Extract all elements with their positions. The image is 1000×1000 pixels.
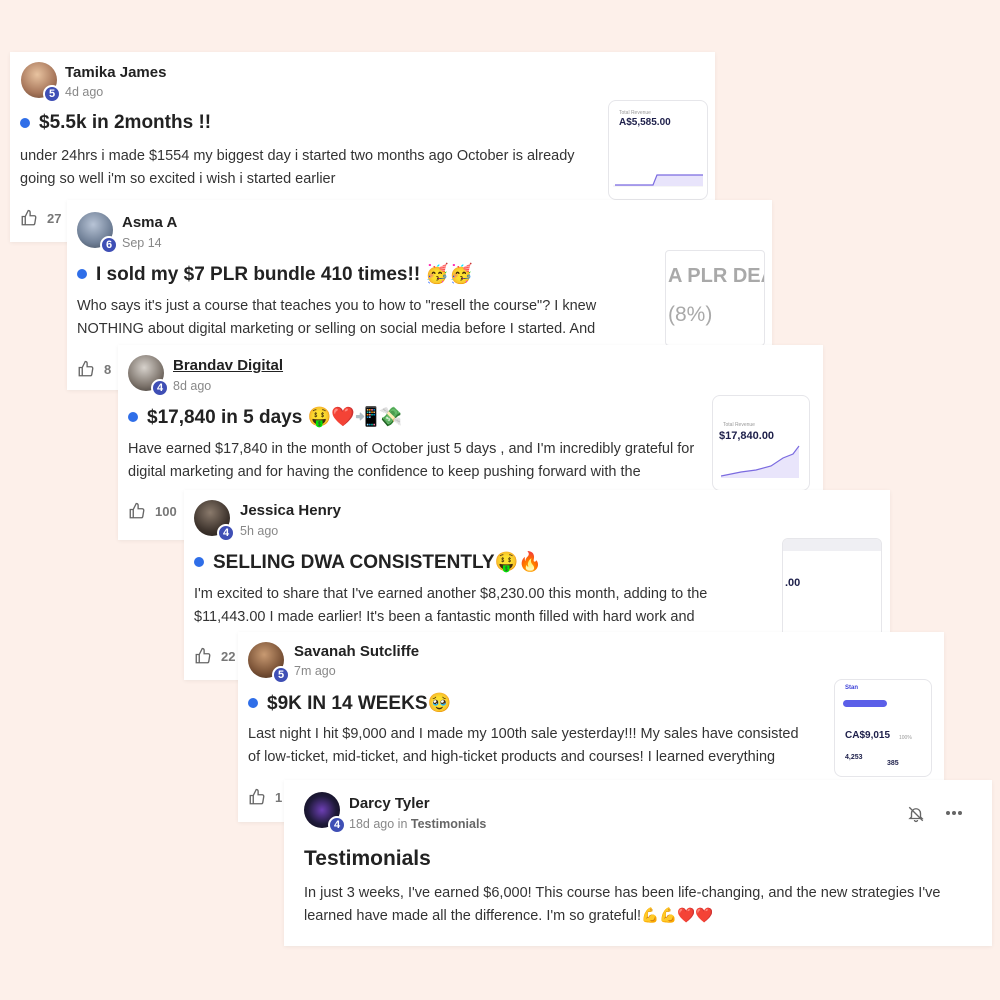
- thumbs-up-icon: [21, 209, 37, 226]
- level-badge: 4: [217, 524, 235, 542]
- like-count: 27: [47, 210, 62, 226]
- unread-dot: [20, 118, 30, 128]
- like-count: 100: [155, 503, 177, 519]
- post-title[interactable]: Testimonials: [304, 847, 431, 871]
- post-time: Sep 14: [122, 236, 162, 250]
- unread-dot: [77, 269, 87, 279]
- author-name[interactable]: Brandav Digital: [173, 357, 283, 374]
- thumbs-up-icon: [249, 788, 265, 805]
- post-meta: 18d ago in Testimonials: [349, 817, 486, 831]
- post-image[interactable]: .00: [782, 538, 882, 638]
- category-link[interactable]: Testimonials: [411, 817, 486, 831]
- thumbs-up-icon: [195, 647, 211, 664]
- level-badge: 4: [151, 379, 169, 397]
- post-title[interactable]: $5.5k in 2months !!: [20, 112, 211, 134]
- author-name[interactable]: Darcy Tyler: [349, 795, 430, 812]
- post-time: 4d ago: [65, 85, 104, 99]
- post-title[interactable]: SELLING DWA CONSISTENTLY🤑🔥: [194, 550, 542, 574]
- post-title-text: $17,840 in 5 days 🤑❤️📲💸: [147, 407, 403, 428]
- unread-dot: [128, 412, 138, 422]
- post-body: Last night I hit $9,000 and I made my 10…: [248, 726, 799, 765]
- post-title-text: SELLING DWA CONSISTENTLY🤑🔥: [213, 552, 542, 573]
- like-button[interactable]: 8: [77, 360, 111, 378]
- unread-dot: [194, 557, 204, 567]
- in-word: in: [397, 817, 408, 831]
- level-badge: 4: [328, 816, 346, 834]
- revenue-line-chart: [721, 445, 800, 478]
- author-name[interactable]: Tamika James: [65, 64, 166, 81]
- author-name[interactable]: Asma A: [122, 214, 177, 231]
- post-title-text: $9K IN 14 WEEKS🥹: [267, 693, 452, 714]
- thumb-brand: Stan: [845, 685, 859, 691]
- post-title[interactable]: I sold my $7 PLR bundle 410 times!! 🥳🥳: [77, 262, 473, 286]
- thumb-value: $17,840.00: [719, 430, 775, 442]
- post-time: 18d ago: [349, 817, 395, 831]
- bell-icon[interactable]: [907, 804, 925, 824]
- thumb-label: Total Revenue: [619, 110, 651, 116]
- post-body: In just 3 weeks, I've earned $6,000! Thi…: [304, 885, 941, 924]
- revenue-line-chart: [613, 174, 703, 187]
- author-name[interactable]: Jessica Henry: [240, 502, 341, 519]
- post-body: Who says it's just a course that teaches…: [77, 298, 597, 337]
- post-title[interactable]: $17,840 in 5 days 🤑❤️📲💸: [128, 405, 402, 429]
- like-count: 8: [104, 361, 112, 377]
- post-card[interactable]: 4 Darcy Tyler 18d ago in Testimonials Te…: [284, 780, 992, 946]
- post-title-text: I sold my $7 PLR bundle 410 times!! 🥳🥳: [96, 264, 473, 285]
- thumbs-up-icon: [78, 360, 94, 377]
- thumb-percent: (8%): [668, 303, 713, 326]
- thumb-heading: A PLR DEA: [668, 265, 765, 287]
- thumb-pct: 100%: [899, 735, 912, 741]
- level-badge: 5: [43, 85, 61, 103]
- post-body: Have earned $17,840 in the month of Octo…: [128, 441, 695, 480]
- post-time: 8d ago: [173, 379, 212, 393]
- post-title[interactable]: $9K IN 14 WEEKS🥹: [248, 691, 451, 715]
- level-badge: 5: [272, 666, 290, 684]
- thumb-stat-1: 4,253: [845, 754, 863, 761]
- like-count: 22: [221, 648, 236, 664]
- like-button[interactable]: 27: [20, 209, 61, 227]
- thumb-value: A$5,585.00: [619, 117, 671, 128]
- like-button[interactable]: 1: [248, 788, 282, 806]
- post-body: under 24hrs i made $1554 my biggest day …: [20, 148, 575, 187]
- author-name[interactable]: Savanah Sutcliffe: [294, 643, 419, 660]
- post-image[interactable]: Total Revenue $17,840.00: [712, 395, 810, 491]
- more-icon[interactable]: [945, 810, 963, 816]
- post-image[interactable]: A PLR DEA (8%): [665, 250, 765, 346]
- thumb-label: Total Revenue: [723, 422, 755, 428]
- thumbs-up-icon: [129, 502, 145, 519]
- level-badge: 6: [100, 236, 118, 254]
- thumb-value: .00: [785, 577, 801, 589]
- thumb-value: CA$9,015: [845, 730, 891, 741]
- like-count: 1: [275, 789, 283, 805]
- post-time: 7m ago: [294, 664, 336, 678]
- post-image[interactable]: Total Revenue A$5,585.00: [608, 100, 708, 200]
- unread-dot: [248, 698, 258, 708]
- post-time: 5h ago: [240, 524, 279, 538]
- thumb-stat-2: 385: [887, 760, 899, 767]
- post-title-text: $5.5k in 2months !!: [39, 112, 212, 133]
- like-button[interactable]: 22: [194, 647, 235, 665]
- post-body: I'm excited to share that I've earned an…: [194, 586, 708, 625]
- post-image[interactable]: Stan CA$9,015 100% 4,253 385: [834, 679, 932, 777]
- like-button[interactable]: 100: [128, 502, 177, 520]
